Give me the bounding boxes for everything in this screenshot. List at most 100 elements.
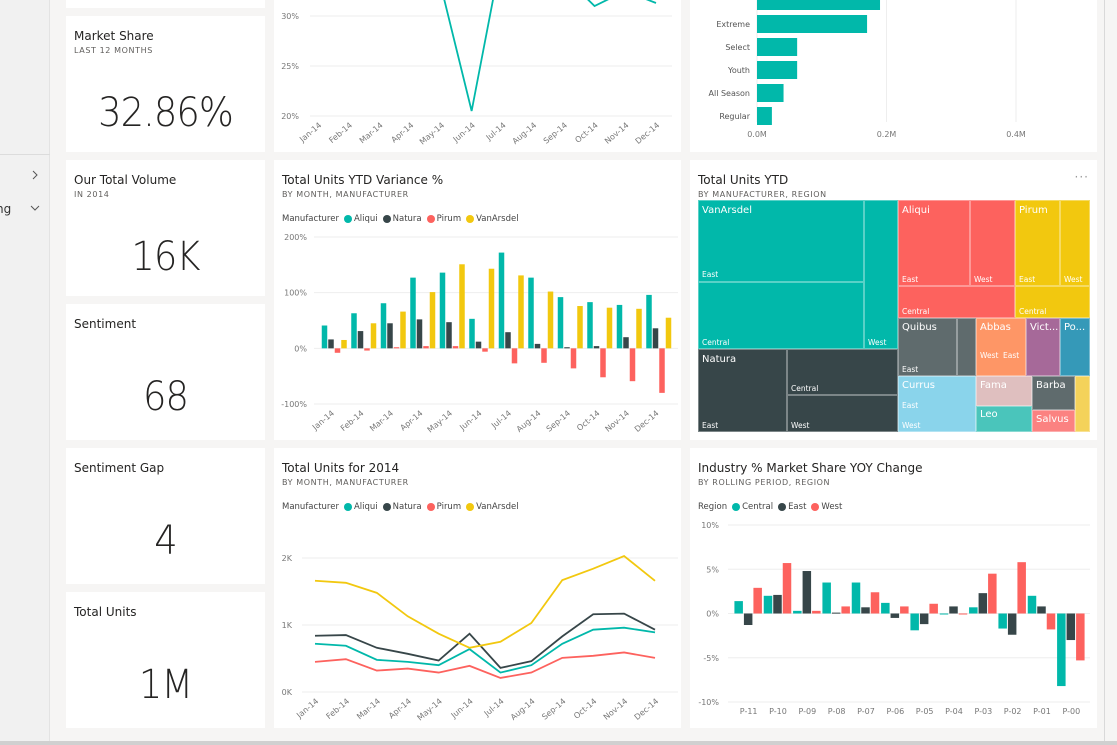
category-label: Extreme (716, 20, 750, 29)
x-tick-label: Jan-14 (297, 121, 323, 145)
tile-title: Total Units (74, 605, 137, 619)
treemap-region-label: West (974, 275, 993, 284)
treemap-region-label: West (868, 338, 887, 347)
x-tick-label: Jun-14 (457, 409, 483, 433)
x-tick-label: Jul-14 (489, 409, 513, 431)
y-tick-label: 30% (281, 12, 299, 21)
bar-pirum (393, 347, 400, 349)
x-tick-label: Dec-14 (633, 409, 661, 434)
x-tick-label: Jul-14 (482, 697, 506, 719)
x-tick-label: P-05 (916, 707, 934, 716)
treemap-tile[interactable]: Total Units YTD BY MANUFACTURER, REGION … (690, 160, 1097, 440)
tile-title: Market Share (74, 29, 154, 43)
bar-vanarsdel (665, 317, 672, 349)
treemap-region-label: West (980, 351, 999, 360)
x-tick-label: 0.2M (877, 130, 897, 139)
tile-title: Sentiment Gap (74, 461, 165, 475)
bar-aliqui (380, 303, 387, 349)
treemap-group-label: Fama (980, 380, 1007, 391)
kpi-tile-sentiment[interactable]: Sentiment 68 (66, 304, 265, 440)
category-bar-chart: 0.0M 0.2M 0.4M Extreme Select Youth All Season… (709, 0, 1026, 139)
bar-vanarsdel (400, 311, 406, 349)
x-tick-label: P-03 (974, 707, 992, 716)
treemap-cell-aliqui-west[interactable] (970, 200, 1015, 286)
bar-vanarsdel (370, 323, 377, 349)
tile-partial[interactable] (66, 0, 265, 8)
treemap-region-label: Central (902, 307, 930, 316)
bar-east (949, 606, 958, 614)
series-line-pirum (314, 651, 656, 679)
bar-west (1046, 613, 1056, 630)
kpi-tile-sentiment-gap[interactable]: Sentiment Gap 4 (66, 448, 265, 584)
treemap-cell-other[interactable] (1075, 376, 1090, 432)
yoy-change-tile[interactable]: Industry % Market Share YOY Change BY RO… (690, 448, 1097, 728)
kpi-tile-market-share[interactable]: Market Share LAST 12 MONTHS 32.86% (66, 16, 265, 152)
bar-vanarsdel (577, 306, 583, 349)
tile-subtitle: LAST 12 MONTHS (74, 46, 153, 55)
kpi-value: 16K (131, 234, 200, 280)
sidebar-item-1[interactable] (0, 166, 50, 188)
x-tick-label: P-04 (945, 707, 963, 716)
bar-pirum (364, 348, 370, 351)
x-tick-label: Oct-14 (572, 697, 598, 721)
bar-pirum (600, 348, 606, 378)
chevron-down-icon[interactable] (29, 201, 41, 215)
x-tick-label: P-10 (769, 707, 787, 716)
bar-natura (475, 341, 482, 349)
x-tick-label: P-11 (740, 707, 758, 716)
x-tick-label: Oct-14 (575, 409, 601, 433)
x-tick-label: P-06 (886, 707, 904, 716)
bar-pirum (659, 348, 665, 393)
x-tick-label: Jan-14 (310, 409, 336, 433)
x-tick-label: Feb-14 (339, 409, 366, 433)
treemap-group-label: Salvus (1036, 414, 1069, 425)
more-options-icon[interactable]: ··· (1075, 170, 1089, 184)
treemap-region-label: Central (1019, 307, 1047, 316)
bar (757, 0, 881, 10)
x-tick-label: P-07 (857, 707, 875, 716)
kpi-tile-total-units[interactable]: Total Units 1M (66, 592, 265, 728)
treemap-cell-quibus-2[interactable] (957, 318, 976, 376)
units-2014-tile[interactable]: Total Units for 2014 BY MONTH, MANUFACTU… (274, 448, 681, 728)
kpi-tile-total-volume[interactable]: Our Total Volume IN 2014 16K (66, 160, 265, 296)
bar-pirum (423, 346, 429, 349)
treemap-cell-pirum-west[interactable] (1060, 200, 1090, 286)
bar-natura (505, 332, 511, 349)
y-tick-label: 5% (706, 565, 719, 574)
sidebar-item-2[interactable]: ng (0, 199, 50, 221)
treemap-cell-vanarsdel-west[interactable] (864, 200, 898, 349)
y-tick-label: 200% (284, 233, 307, 242)
x-tick-label: P-01 (1033, 707, 1051, 716)
bar-west (870, 592, 880, 614)
treemap-region-label: West (902, 421, 921, 430)
bar (757, 61, 798, 79)
treemap-region-label: East (1003, 351, 1020, 360)
bar-natura (623, 337, 629, 349)
y-tick-label: 100% (284, 289, 307, 298)
treemap-region-label: West (1064, 275, 1083, 284)
bar-vanarsdel (429, 292, 436, 349)
treemap-group-label: Currus (902, 380, 935, 391)
ytd-variance-tile[interactable]: Total Units YTD Variance % BY MONTH, MAN… (274, 160, 681, 440)
chevron-right-icon[interactable] (29, 168, 41, 182)
bar-central (793, 610, 802, 614)
category-bar-tile[interactable]: 0.0M 0.2M 0.4M Extreme Select Youth All Season… (690, 0, 1097, 152)
y-tick-label: -100% (281, 400, 307, 409)
bar-west (753, 587, 762, 614)
bar (757, 84, 784, 102)
x-tick-label: Nov-14 (602, 697, 630, 722)
y-tick-label: 25% (281, 62, 299, 71)
treemap-group-label: Pirum (1019, 205, 1048, 216)
window-bottom-edge (0, 741, 1117, 745)
bar-west (929, 603, 938, 614)
market-share-line-tile[interactable]: 20% 25% 30% Jan-14 Feb-14 Mar-14 Apr-14 May-14 J… (274, 0, 681, 152)
sidebar: ng (0, 0, 50, 745)
treemap-group-label: Abbas (980, 322, 1011, 333)
bar-natura (652, 328, 659, 349)
x-tick-label: Jun-14 (449, 697, 475, 721)
category-label: Select (725, 43, 750, 52)
bar-natura (387, 323, 393, 349)
x-tick-label: Apr-14 (399, 409, 425, 433)
bar-aliqui (498, 252, 505, 349)
bar-central (910, 613, 919, 631)
